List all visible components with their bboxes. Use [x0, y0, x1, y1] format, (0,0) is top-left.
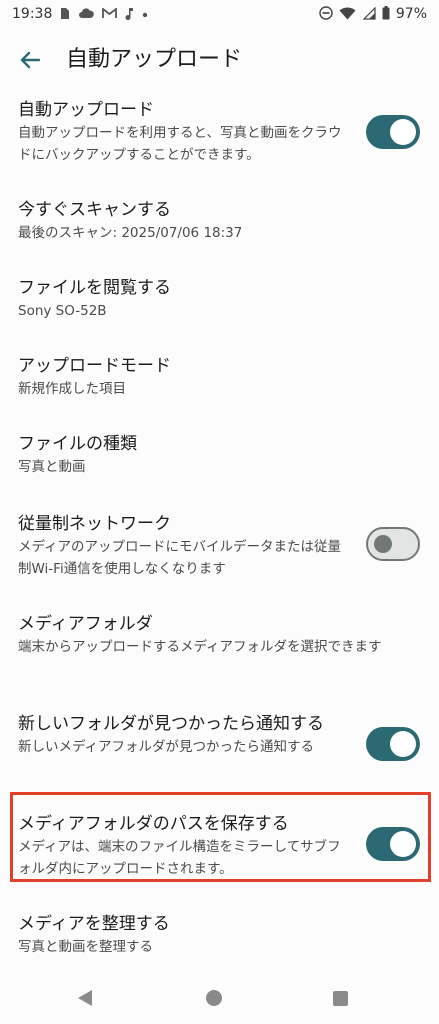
setting-subtitle: メディアのアップロードにモバイルデータまたは従量制Wi-Fi通信を使用しなくなり… — [18, 539, 342, 577]
nav-recents-icon[interactable] — [333, 991, 348, 1006]
cloud-icon — [78, 7, 95, 21]
sim-icon — [60, 7, 70, 22]
setting-subtitle: 写真と動画 — [18, 459, 86, 475]
status-bar-right: 97% — [319, 6, 427, 22]
auto-upload-toggle[interactable] — [366, 115, 420, 149]
nav-back-icon[interactable] — [78, 990, 92, 1006]
status-bar-left: 19:38 — [12, 6, 148, 22]
setting-title: アップロードモード — [18, 356, 171, 376]
status-time: 19:38 — [12, 6, 53, 22]
setting-title: 従量制ネットワーク — [18, 514, 171, 534]
setting-scan-now[interactable]: 今すぐスキャンする 最後のスキャン: 2025/07/06 18:37 — [0, 196, 439, 252]
setting-auto-upload[interactable]: 自動アップロード 自動アップロードを利用すると、写真と動画をクラウドにバックアッ… — [0, 94, 439, 176]
highlight-box — [10, 792, 431, 882]
signal-icon — [362, 6, 376, 22]
back-button[interactable] — [14, 44, 46, 76]
gmail-icon — [102, 6, 118, 21]
navigation-bar — [0, 974, 439, 1024]
toggle-knob — [390, 119, 416, 145]
setting-subtitle: Sony SO-52B — [18, 303, 107, 319]
metered-network-toggle[interactable] — [366, 527, 420, 561]
setting-title: ファイルを閲覧する — [18, 278, 171, 298]
battery-icon — [382, 6, 390, 22]
setting-upload-mode[interactable]: アップロードモード 新規作成した項目 — [0, 352, 439, 408]
setting-organize-media[interactable]: メディアを整理する 写真と動画を整理する — [0, 910, 439, 966]
status-bar: 19:38 97% — [0, 0, 439, 30]
music-note-icon — [125, 7, 134, 22]
battery-percent: 97% — [395, 6, 427, 22]
setting-subtitle: 最後のスキャン: 2025/07/06 18:37 — [18, 225, 243, 241]
nav-home-icon[interactable] — [206, 990, 222, 1006]
setting-subtitle: 新しいメディアフォルダが見つかったら通知する — [18, 739, 315, 755]
app-bar: 自動アップロード — [0, 36, 439, 84]
setting-subtitle: 端末からアップロードするメディアフォルダを選択できます — [18, 639, 382, 655]
setting-title: メディアを整理する — [18, 914, 170, 934]
setting-title: 新しいフォルダが見つかったら通知する — [18, 714, 324, 734]
setting-media-folder[interactable]: メディアフォルダ 端末からアップロードするメディアフォルダを選択できます — [0, 610, 439, 666]
setting-title: 今すぐスキャンする — [18, 200, 171, 220]
toggle-knob — [374, 535, 392, 553]
do-not-disturb-icon — [319, 6, 333, 22]
setting-subtitle: 自動アップロードを利用すると、写真と動画をクラウドにバックアップすることができま… — [18, 125, 342, 163]
page-title: 自動アップロード — [66, 47, 243, 72]
wifi-icon — [339, 6, 356, 22]
setting-title: メディアフォルダ — [18, 614, 153, 634]
toggle-knob — [390, 731, 416, 757]
notify-new-folder-toggle[interactable] — [366, 727, 420, 761]
setting-subtitle: 写真と動画を整理する — [18, 939, 153, 955]
dot-icon — [142, 8, 148, 20]
setting-notify-new-folder[interactable]: 新しいフォルダが見つかったら通知する 新しいメディアフォルダが見つかったら通知す… — [0, 710, 439, 782]
setting-subtitle: 新規作成した項目 — [18, 381, 126, 397]
arrow-left-icon — [20, 51, 40, 69]
setting-title: ファイルの種類 — [18, 434, 137, 454]
setting-browse-files[interactable]: ファイルを閲覧する Sony SO-52B — [0, 274, 439, 330]
setting-title: 自動アップロード — [18, 100, 154, 120]
setting-metered-network[interactable]: 従量制ネットワーク メディアのアップロードにモバイルデータまたは従量制Wi-Fi… — [0, 510, 439, 582]
setting-file-types[interactable]: ファイルの種類 写真と動画 — [0, 430, 439, 486]
